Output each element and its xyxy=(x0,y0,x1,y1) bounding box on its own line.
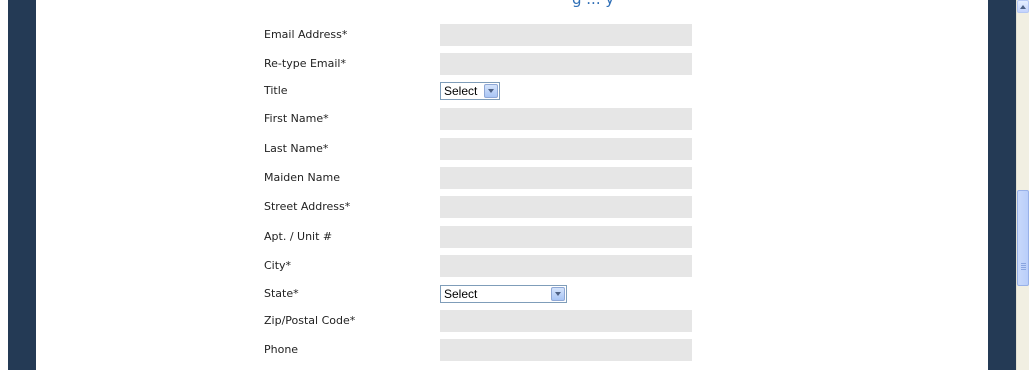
last-name-field[interactable] xyxy=(440,138,692,160)
left-side-panel xyxy=(8,0,36,370)
retype-email-label: Re-type Email* xyxy=(264,57,346,70)
apt-unit-field[interactable] xyxy=(440,226,692,248)
zip-label: Zip/Postal Code* xyxy=(264,314,356,327)
form-row-street-address: Street Address* xyxy=(36,196,988,218)
state-select[interactable]: Select xyxy=(440,285,567,303)
zip-field[interactable] xyxy=(440,310,692,332)
form-row-email: Email Address* xyxy=(36,24,988,46)
title-select-value: Select xyxy=(444,84,478,98)
email-field[interactable] xyxy=(440,24,692,46)
maiden-name-label: Maiden Name xyxy=(264,171,340,184)
scrollbar-thumb[interactable] xyxy=(1017,190,1029,286)
retype-email-field[interactable] xyxy=(440,53,692,75)
phone-label: Phone xyxy=(264,343,299,356)
street-address-field[interactable] xyxy=(440,196,692,218)
street-address-label: Street Address* xyxy=(264,200,351,213)
email-label: Email Address* xyxy=(264,28,348,41)
title-select[interactable]: Select xyxy=(440,82,500,100)
right-side-panel xyxy=(988,0,1016,370)
chevron-down-icon[interactable] xyxy=(551,287,565,301)
page-heading-partial: g ... y xyxy=(572,0,614,8)
apt-unit-label: Apt. / Unit # xyxy=(264,230,333,243)
scroll-up-button[interactable] xyxy=(1017,0,1029,13)
registration-form-area: g ... y Email Address* Re-type Email* Ti… xyxy=(36,0,988,370)
chevron-down-icon[interactable] xyxy=(484,84,498,98)
city-label: City* xyxy=(264,259,292,272)
chevron-up-icon xyxy=(1020,4,1026,9)
vertical-scrollbar[interactable] xyxy=(1016,0,1029,370)
title-label: Title xyxy=(264,84,288,97)
form-row-state: State* Select xyxy=(36,283,988,305)
form-row-maiden-name: Maiden Name xyxy=(36,167,988,189)
city-field[interactable] xyxy=(440,255,692,277)
last-name-label: Last Name* xyxy=(264,142,329,155)
grip-icon xyxy=(1021,263,1026,264)
first-name-field[interactable] xyxy=(440,108,692,130)
form-row-first-name: First Name* xyxy=(36,108,988,130)
form-row-apt-unit: Apt. / Unit # xyxy=(36,226,988,248)
form-row-title: Title Select xyxy=(36,80,988,102)
first-name-label: First Name* xyxy=(264,112,329,125)
phone-field[interactable] xyxy=(440,339,692,361)
form-row-retype-email: Re-type Email* xyxy=(36,53,988,75)
form-row-zip: Zip/Postal Code* xyxy=(36,310,988,332)
maiden-name-field[interactable] xyxy=(440,167,692,189)
browser-viewport: g ... y Email Address* Re-type Email* Ti… xyxy=(0,0,1029,370)
form-row-phone: Phone xyxy=(36,339,988,361)
state-label: State* xyxy=(264,287,299,300)
state-select-value: Select xyxy=(444,287,478,301)
form-row-city: City* xyxy=(36,255,988,277)
form-row-last-name: Last Name* xyxy=(36,138,988,160)
